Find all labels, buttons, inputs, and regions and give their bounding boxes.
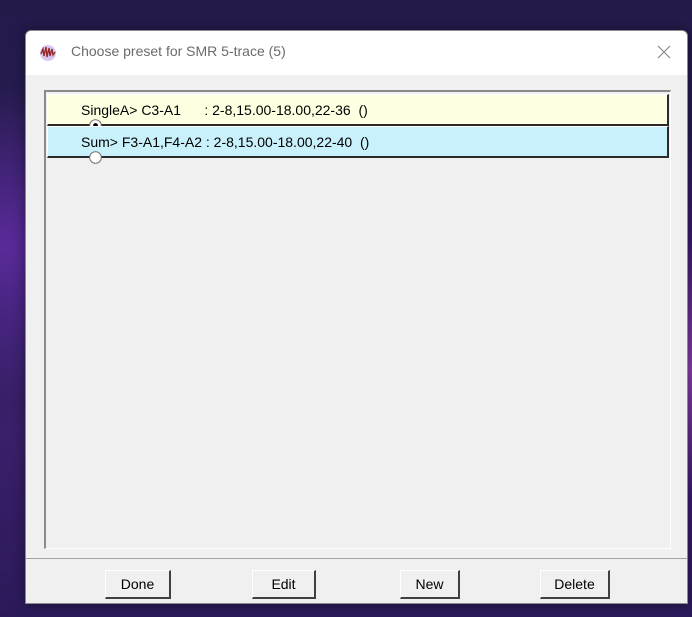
app-waveform-icon: [38, 43, 58, 63]
new-button[interactable]: New: [400, 570, 460, 599]
preset-dialog: Choose preset for SMR 5-trace (5) Single…: [25, 30, 688, 604]
close-button[interactable]: [641, 31, 687, 75]
preset-label: Sum> F3-A1,F4-A2 : 2-8,15.00-18.00,22-40…: [81, 133, 370, 150]
edit-button[interactable]: Edit: [252, 570, 316, 599]
done-button[interactable]: Done: [105, 570, 171, 599]
button-bar: Done Edit New Delete: [26, 558, 687, 603]
preset-list[interactable]: SingleA> C3-A1 : 2-8,15.00-18.00,22-36 (…: [44, 90, 671, 549]
preset-item-sum[interactable]: Sum> F3-A1,F4-A2 : 2-8,15.00-18.00,22-40…: [47, 126, 669, 164]
preset-item-singlea[interactable]: SingleA> C3-A1 : 2-8,15.00-18.00,22-36 (…: [47, 94, 669, 132]
preset-label: SingleA> C3-A1 : 2-8,15.00-18.00,22-36 (…: [81, 101, 368, 118]
delete-button[interactable]: Delete: [540, 570, 610, 599]
close-icon: [657, 44, 671, 63]
radio-unselected-icon[interactable]: [58, 135, 102, 164]
title-bar[interactable]: Choose preset for SMR 5-trace (5): [26, 31, 687, 75]
radio-selected-icon[interactable]: [58, 103, 102, 132]
window-title: Choose preset for SMR 5-trace (5): [71, 43, 286, 59]
